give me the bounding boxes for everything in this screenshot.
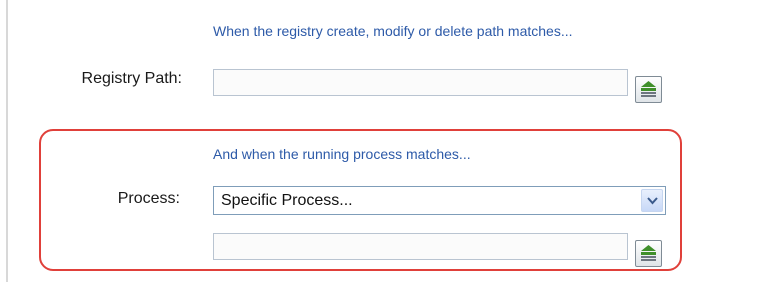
rule-editor-panel: When the registry create, modify or dele… [0, 0, 773, 282]
registry-browse-button[interactable] [635, 76, 662, 103]
registry-path-input[interactable] [213, 69, 628, 96]
browse-list-icon [641, 81, 656, 97]
panel-divider [6, 0, 8, 282]
process-select[interactable]: Specific Process... [213, 186, 666, 215]
process-select-value: Specific Process... [221, 192, 353, 209]
process-browse-button[interactable] [635, 240, 662, 267]
registry-path-label: Registry Path: [81, 70, 182, 87]
process-label: Process: [117, 190, 180, 207]
process-hint: And when the running process matches... [213, 146, 471, 162]
process-name-input[interactable] [213, 233, 628, 260]
chevron-down-icon [647, 197, 658, 205]
registry-hint: When the registry create, modify or dele… [213, 23, 573, 39]
browse-list-icon [641, 245, 656, 261]
process-select-arrow[interactable] [641, 189, 663, 212]
